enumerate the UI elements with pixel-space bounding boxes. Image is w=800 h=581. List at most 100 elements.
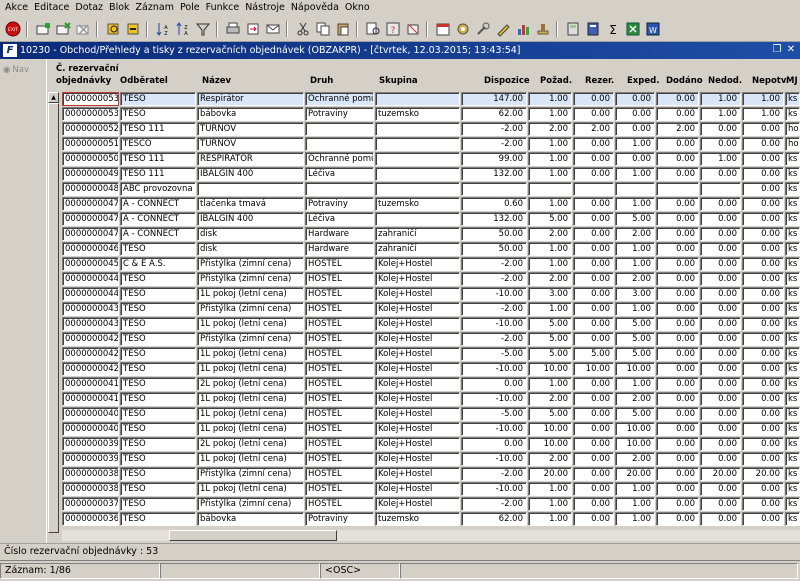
cell-mj[interactable]: ks <box>785 107 800 121</box>
cell-order-no[interactable]: 0000000043 <box>62 302 119 316</box>
cell-exped[interactable]: 5.00 <box>615 212 655 226</box>
cut-icon[interactable] <box>294 20 312 38</box>
cell-pozad[interactable]: 20.00 <box>528 467 572 481</box>
cell-group[interactable] <box>375 212 460 226</box>
cell-item-name[interactable]: 1L pokoj (letní cena) <box>197 362 304 376</box>
table-row[interactable]: 0000000042 TESO Přistýlka (zimní cena) HOST… <box>62 332 800 347</box>
cell-nedod[interactable]: 0.00 <box>700 347 741 361</box>
cell-item-name[interactable]: Přistýlka (zimní cena) <box>197 257 304 271</box>
cell-rezer[interactable]: 0.00 <box>573 242 614 256</box>
cell-group[interactable]: Kolej+Hostel <box>375 482 460 496</box>
sort-asc-icon[interactable]: AZ <box>154 20 172 38</box>
cell-customer[interactable]: A - CONNECT <box>120 227 196 241</box>
cell-pozad[interactable]: 1.00 <box>528 512 572 526</box>
cell-dodano[interactable]: 0.00 <box>656 512 699 526</box>
cell-dispozice[interactable]: 50.00 <box>461 227 527 241</box>
cell-exped[interactable]: 2.00 <box>615 392 655 406</box>
close-icon[interactable]: ✕ <box>786 44 796 55</box>
cell-type[interactable]: Ochranné pomůcky <box>305 152 374 166</box>
cell-type[interactable]: Hardware <box>305 227 374 241</box>
cell-dispozice[interactable]: 99.00 <box>461 152 527 166</box>
cell-dodano[interactable]: 0.00 <box>656 227 699 241</box>
cell-dodano[interactable]: 0.00 <box>656 92 699 106</box>
cell-nepotv[interactable]: 0.00 <box>742 377 784 391</box>
cell-order-no[interactable]: 0000000046 <box>62 242 119 256</box>
cell-pozad[interactable]: 1.00 <box>528 302 572 316</box>
cell-rezer[interactable]: 0.00 <box>573 437 614 451</box>
cell-dodano[interactable]: 0.00 <box>656 422 699 436</box>
cell-customer[interactable]: TESO <box>120 377 196 391</box>
cell-nepotv[interactable]: 0.00 <box>742 302 784 316</box>
cell-nepotv[interactable]: 0.00 <box>742 317 784 331</box>
cell-group[interactable]: Kolej+Hostel <box>375 362 460 376</box>
cell-item-name[interactable] <box>197 182 304 196</box>
cell-dodano[interactable]: 0.00 <box>656 317 699 331</box>
cell-pozad[interactable]: 2.00 <box>528 122 572 136</box>
table-row[interactable]: 0000000041 TESO 1L pokoj (letní cena) HOSTE… <box>62 392 800 407</box>
cell-item-name[interactable]: IBALGIN 400 <box>197 167 304 181</box>
cell-customer[interactable]: TESO <box>120 302 196 316</box>
cell-nedod[interactable]: 0.00 <box>700 227 741 241</box>
cell-mj[interactable]: ks <box>785 392 800 406</box>
cell-nedod[interactable]: 0.00 <box>700 242 741 256</box>
cell-nedod[interactable]: 0.00 <box>700 377 741 391</box>
cell-mj[interactable]: ks <box>785 332 800 346</box>
table-row[interactable]: 0000000053 TESO bábovka Potraviny tuzemsko 62… <box>62 107 800 122</box>
cell-nedod[interactable]: 0.00 <box>700 407 741 421</box>
cell-order-no[interactable]: 0000000041 <box>62 377 119 391</box>
cell-group[interactable] <box>375 167 460 181</box>
scroll-up-icon[interactable]: ▲ <box>48 92 59 103</box>
cell-rezer[interactable]: 0.00 <box>573 422 614 436</box>
cell-customer[interactable]: TESO <box>120 287 196 301</box>
cell-customer[interactable]: TESO 111 <box>120 152 196 166</box>
help-icon[interactable]: ? <box>384 20 402 38</box>
cell-mj[interactable]: ks <box>785 497 800 511</box>
cell-type[interactable]: Ochranné pomůcky <box>305 92 374 106</box>
cell-mj[interactable]: ks <box>785 377 800 391</box>
cell-nedod[interactable]: 0.00 <box>700 167 741 181</box>
excel-icon[interactable] <box>624 20 642 38</box>
cell-type[interactable]: HOSTEL <box>305 497 374 511</box>
cell-mj[interactable]: ks <box>785 422 800 436</box>
cell-exped[interactable]: 10.00 <box>615 437 655 451</box>
cell-mj[interactable]: ks <box>785 317 800 331</box>
table-row[interactable]: 0000000047 A - CONNECT disk Hardware zahrani… <box>62 227 800 242</box>
cell-item-name[interactable]: Respirátor <box>197 92 304 106</box>
cell-exped[interactable]: 5.00 <box>615 332 655 346</box>
cell-dispozice[interactable]: -2.00 <box>461 467 527 481</box>
cell-rezer[interactable]: 0.00 <box>573 302 614 316</box>
cell-nedod[interactable]: 0.00 <box>700 302 741 316</box>
cell-customer[interactable]: TESO <box>120 272 196 286</box>
cell-dispozice[interactable]: -5.00 <box>461 347 527 361</box>
menu-item-7[interactable]: Nástroje <box>242 0 288 16</box>
cell-dodano[interactable]: 0.00 <box>656 167 699 181</box>
cell-exped[interactable]: 2.00 <box>615 227 655 241</box>
cell-dispozice[interactable]: 147.00 <box>461 92 527 106</box>
cell-pozad[interactable]: 1.00 <box>528 242 572 256</box>
cell-dodano[interactable]: 0.00 <box>656 152 699 166</box>
cell-group[interactable] <box>375 137 460 151</box>
cell-exped[interactable]: 1.00 <box>615 242 655 256</box>
cell-order-no[interactable]: 0000000045 <box>62 257 119 271</box>
cell-rezer[interactable]: 0.00 <box>573 407 614 421</box>
stamp-icon[interactable] <box>534 20 552 38</box>
cell-item-name[interactable]: disk <box>197 242 304 256</box>
cell-group[interactable]: tuzemsko <box>375 197 460 211</box>
cell-nedod[interactable]: 0.00 <box>700 422 741 436</box>
cell-group[interactable]: Kolej+Hostel <box>375 452 460 466</box>
cell-type[interactable] <box>305 122 374 136</box>
cell-mj[interactable]: ks <box>785 92 800 106</box>
print-icon[interactable] <box>224 20 242 38</box>
scroll-thumb[interactable] <box>48 103 59 533</box>
cell-dispozice[interactable] <box>461 182 527 196</box>
cell-mj[interactable]: ks <box>785 212 800 226</box>
cell-pozad[interactable]: 1.00 <box>528 107 572 121</box>
cell-dispozice[interactable]: -2.00 <box>461 302 527 316</box>
cell-rezer[interactable]: 0.00 <box>573 392 614 406</box>
cell-pozad[interactable]: 10.00 <box>528 422 572 436</box>
chart-icon[interactable] <box>514 20 532 38</box>
cell-dispozice[interactable]: -2.00 <box>461 272 527 286</box>
cell-exped[interactable]: 1.00 <box>615 137 655 151</box>
cell-type[interactable]: HOSTEL <box>305 257 374 271</box>
cell-customer[interactable]: TESO <box>120 512 196 526</box>
